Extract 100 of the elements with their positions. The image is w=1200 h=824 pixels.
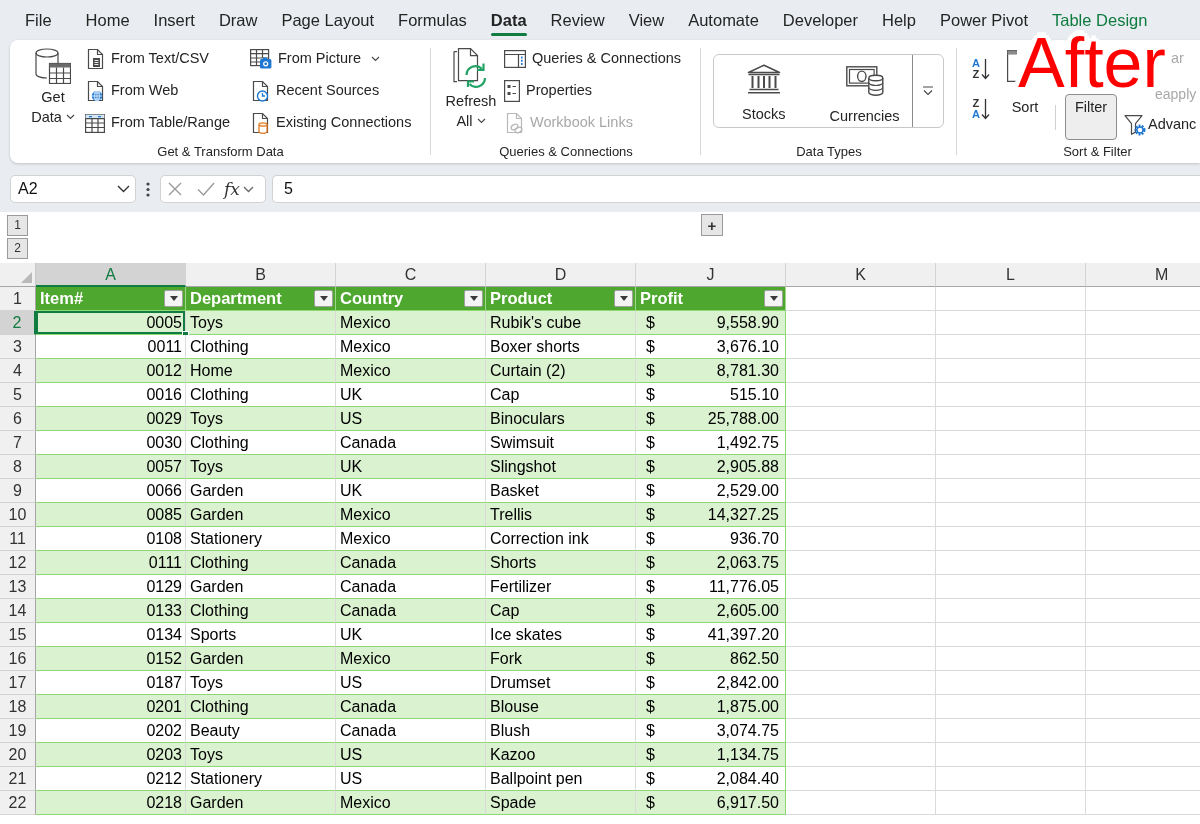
row-header[interactable]: 10 bbox=[0, 503, 36, 527]
table-cell: 0201 bbox=[36, 695, 186, 719]
currency-symbol: $ bbox=[646, 577, 655, 597]
document-globe-icon bbox=[85, 80, 105, 102]
ribbon-button[interactable]: Refresh All bbox=[444, 43, 498, 131]
ribbon-button[interactable]: From Web bbox=[83, 75, 248, 107]
table-cell: Canada bbox=[336, 551, 486, 575]
row-header[interactable]: 5 bbox=[0, 383, 36, 407]
table-cell: Toys bbox=[186, 743, 336, 767]
profit-value: 1,875.00 bbox=[716, 697, 779, 717]
ribbon-tab[interactable]: Insert bbox=[141, 0, 207, 40]
filter-dropdown-button[interactable] bbox=[614, 290, 633, 307]
profit-value: 2,084.40 bbox=[716, 769, 779, 789]
gallery-item[interactable]: Currencies bbox=[823, 55, 906, 127]
column-header[interactable]: A bbox=[36, 263, 186, 287]
table-cell: Clothing bbox=[186, 695, 336, 719]
sort-a-to-z-button[interactable]: A Z bbox=[972, 55, 994, 82]
column-header[interactable]: C bbox=[336, 263, 486, 287]
row-header[interactable]: 14 bbox=[0, 599, 36, 623]
currency-symbol: $ bbox=[646, 481, 655, 501]
row-header[interactable]: 3 bbox=[0, 335, 36, 359]
row-header[interactable]: 15 bbox=[0, 623, 36, 647]
ribbon-button[interactable]: Advanc bbox=[1124, 109, 1197, 141]
table-cell: Garden bbox=[186, 503, 336, 527]
row-header[interactable]: 1 bbox=[0, 287, 36, 311]
column-title: Product bbox=[490, 288, 553, 309]
filter-dropdown-button[interactable] bbox=[764, 290, 783, 307]
expand-group-button[interactable]: + bbox=[701, 214, 723, 236]
vertical-ellipsis-icon[interactable] bbox=[146, 181, 150, 197]
ribbon-button[interactable]: Queries & Connections bbox=[502, 43, 684, 75]
table-cell: Rubik's cube bbox=[486, 311, 636, 335]
filter-dropdown-button[interactable] bbox=[164, 290, 183, 307]
row-header[interactable]: 7 bbox=[0, 431, 36, 455]
ribbon-tab[interactable]: Automate bbox=[676, 0, 771, 40]
filter-dropdown-button[interactable] bbox=[464, 290, 483, 307]
outline-level-button[interactable]: 1 bbox=[7, 215, 28, 236]
check-icon[interactable] bbox=[197, 182, 215, 196]
caret-down-icon bbox=[469, 296, 478, 301]
ribbon-button[interactable]: Get Data bbox=[28, 43, 78, 127]
name-box[interactable]: A2 bbox=[10, 175, 136, 203]
row-header[interactable]: 13 bbox=[0, 575, 36, 599]
ribbon-tab[interactable]: Draw bbox=[206, 0, 270, 40]
side-panel-icon bbox=[504, 50, 526, 68]
row-header[interactable]: 9 bbox=[0, 479, 36, 503]
profit-value: 936.70 bbox=[730, 529, 779, 549]
column-header[interactable]: M bbox=[1086, 263, 1200, 287]
ribbon-tab[interactable]: Data bbox=[478, 0, 539, 40]
ribbon-button[interactable]: From Text/CSV bbox=[83, 43, 248, 75]
row-header[interactable]: 2 bbox=[0, 311, 36, 335]
row-header[interactable]: 17 bbox=[0, 671, 36, 695]
column-header[interactable]: J bbox=[636, 263, 786, 287]
row-header[interactable]: 20 bbox=[0, 743, 36, 767]
ribbon-tab[interactable]: Page Layout bbox=[269, 0, 387, 40]
currency-symbol: $ bbox=[646, 337, 655, 357]
currency-symbol: $ bbox=[646, 697, 655, 717]
caret-down-icon bbox=[619, 296, 628, 301]
column-header[interactable]: K bbox=[786, 263, 936, 287]
ribbon-button[interactable]: From Table/Range bbox=[83, 107, 248, 139]
sort-z-to-a-button[interactable]: Z A bbox=[972, 95, 994, 122]
funnel-gear-icon bbox=[1124, 114, 1146, 136]
down-arrow-icon bbox=[980, 97, 990, 120]
ribbon-button[interactable]: Existing Connections bbox=[248, 107, 414, 139]
row-header[interactable]: 4 bbox=[0, 359, 36, 383]
gallery-more-icon bbox=[922, 86, 934, 96]
row-header[interactable]: 12 bbox=[0, 551, 36, 575]
table-cell: Mexico bbox=[336, 311, 486, 335]
outline-level-button[interactable]: 2 bbox=[7, 238, 28, 259]
filter-button[interactable]: Filter bbox=[1065, 94, 1117, 140]
table-cell: 0218 bbox=[36, 791, 186, 815]
row-header[interactable]: 11 bbox=[0, 527, 36, 551]
ribbon-tab[interactable]: Review bbox=[538, 0, 617, 40]
profit-value: 25,788.00 bbox=[707, 409, 779, 429]
column-header[interactable]: B bbox=[186, 263, 336, 287]
row-header[interactable]: 21 bbox=[0, 767, 36, 791]
column-header[interactable]: D bbox=[486, 263, 636, 287]
row-header[interactable]: 19 bbox=[0, 719, 36, 743]
ribbon-tab[interactable]: Developer bbox=[770, 0, 871, 40]
ribbon-button[interactable]: Recent Sources bbox=[248, 75, 414, 107]
insert-function-button[interactable]: fx bbox=[224, 179, 240, 199]
currency-symbol: $ bbox=[646, 505, 655, 525]
ribbon-tab[interactable]: Home bbox=[73, 0, 142, 40]
row-header[interactable]: 16 bbox=[0, 647, 36, 671]
ribbon-button[interactable]: From Picture bbox=[248, 43, 414, 75]
column-title: Profit bbox=[640, 288, 684, 309]
row-header[interactable]: 18 bbox=[0, 695, 36, 719]
gallery-item[interactable]: Stocks bbox=[736, 55, 792, 127]
chevron-down-icon[interactable] bbox=[242, 185, 254, 193]
row-header[interactable]: 8 bbox=[0, 455, 36, 479]
formula-field[interactable]: 5 bbox=[272, 175, 1200, 203]
ribbon-tab[interactable]: File bbox=[13, 0, 74, 40]
row-header[interactable]: 22 bbox=[0, 791, 36, 815]
profit-value: 3,074.75 bbox=[716, 721, 779, 741]
close-icon[interactable] bbox=[168, 182, 182, 196]
ribbon-button[interactable]: Properties bbox=[502, 75, 684, 107]
column-header[interactable]: L bbox=[936, 263, 1086, 287]
ribbon-tab[interactable]: View bbox=[616, 0, 677, 40]
ribbon-tab[interactable]: Formulas bbox=[386, 0, 479, 40]
filter-dropdown-button[interactable] bbox=[314, 290, 333, 307]
ribbon-tab[interactable]: Help bbox=[870, 0, 928, 40]
row-header[interactable]: 6 bbox=[0, 407, 36, 431]
